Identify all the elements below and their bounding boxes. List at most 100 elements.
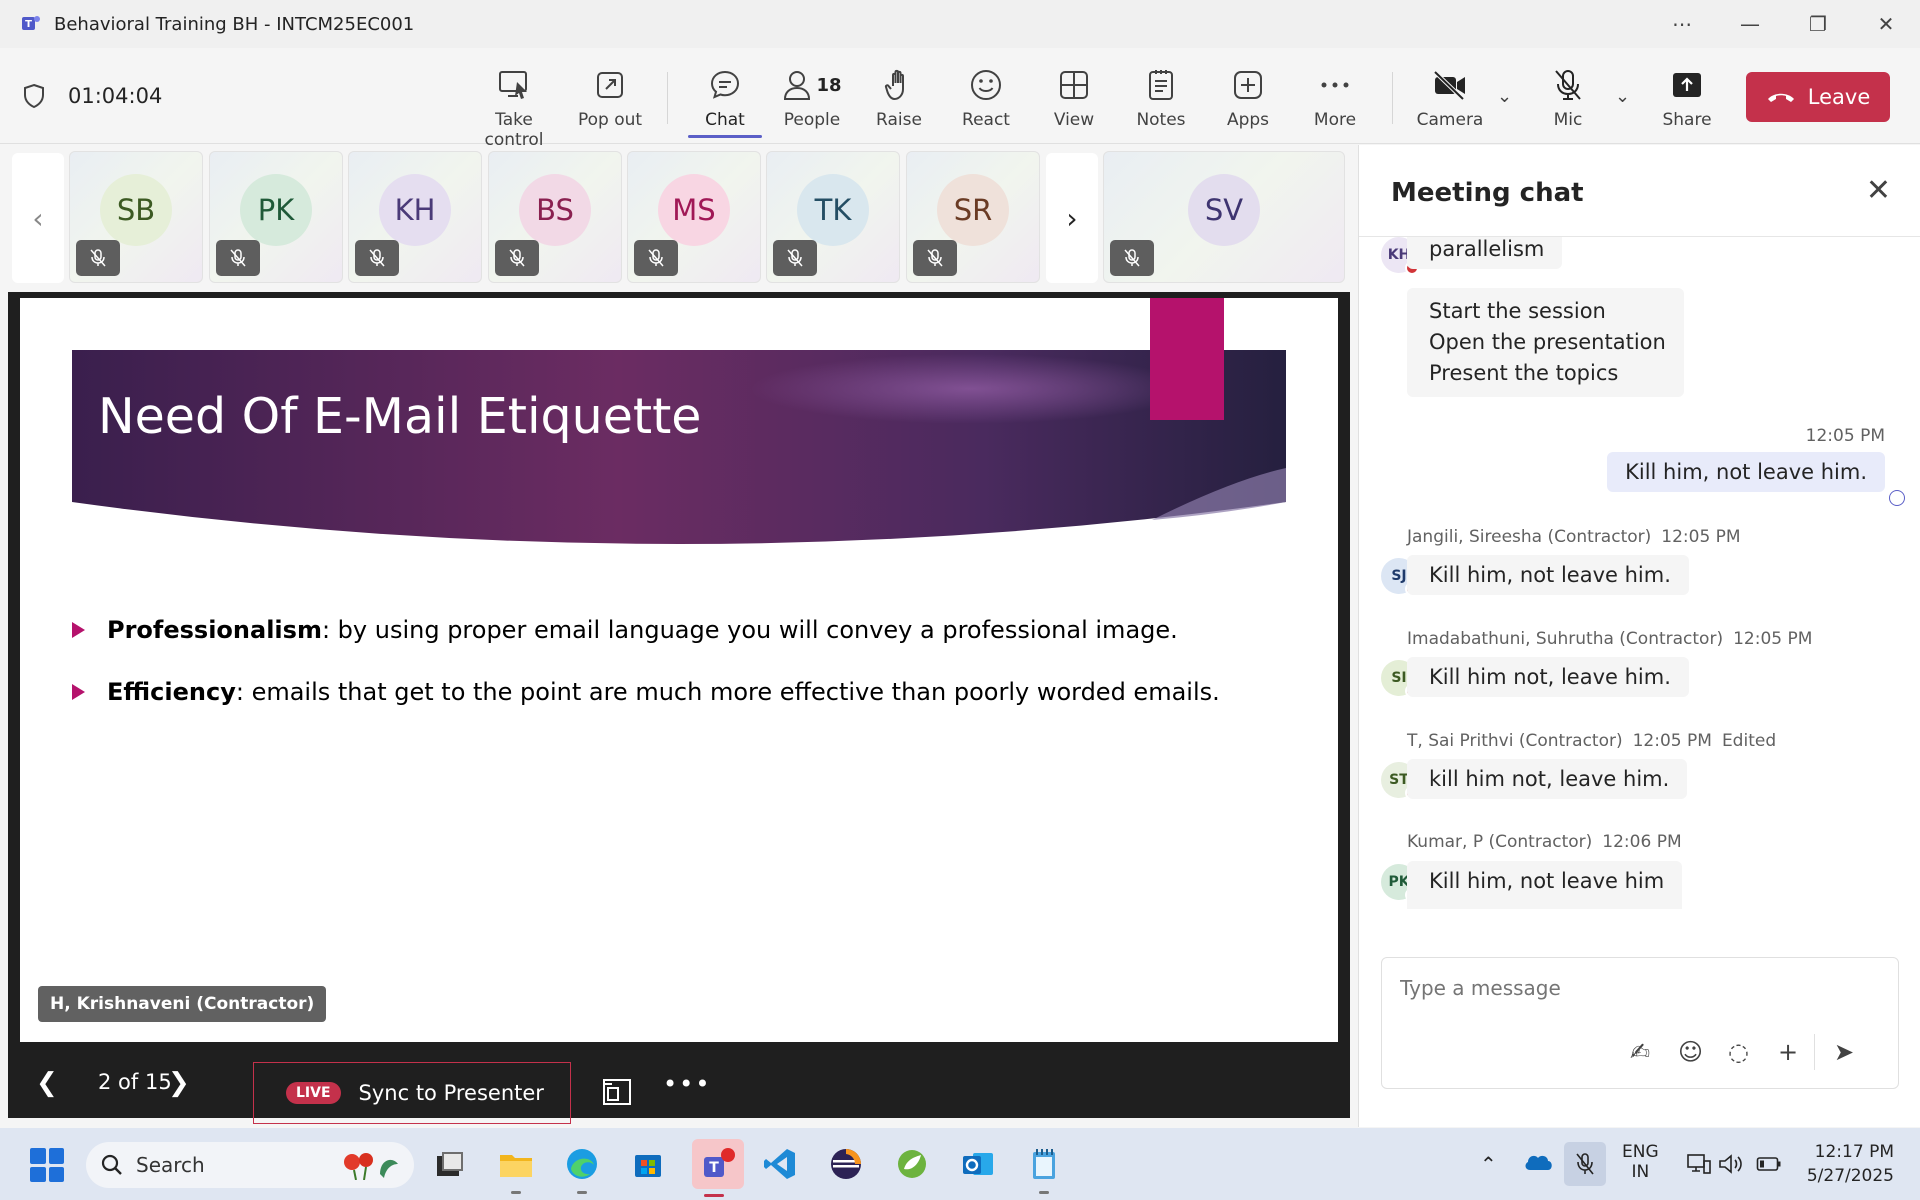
send-icon[interactable]: ➤ <box>1834 1038 1854 1066</box>
sender-name: Jangili, Sireesha (Contractor) <box>1407 527 1652 547</box>
camera-options-chevron-icon[interactable]: ⌄ <box>1497 86 1512 107</box>
bullet-triangle-icon <box>72 684 85 700</box>
emoji-icon[interactable]: ☺ <box>1678 1038 1703 1066</box>
slide-accent-bar <box>1150 298 1224 420</box>
taskbar-app[interactable] <box>626 1142 670 1186</box>
message-time: 12:06 PM <box>1602 832 1682 852</box>
format-icon[interactable]: ✍ <box>1630 1038 1650 1066</box>
raise-hand-button[interactable]: Raise <box>854 66 944 130</box>
attach-plus-icon[interactable]: + <box>1778 1038 1798 1066</box>
taskbar-app[interactable] <box>758 1142 802 1186</box>
bullet-text: : by using proper email language you wil… <box>321 616 1178 644</box>
spring-tools-icon <box>898 1150 926 1178</box>
take-control-button[interactable]: Take control <box>469 66 559 150</box>
message-meta: Kumar, P (Contractor) 12:06 PM <box>1407 832 1682 852</box>
view-button[interactable]: View <box>1029 66 1119 130</box>
mic-muted-icon <box>1124 249 1140 267</box>
windows-taskbar: Search T ⌃ ENG IN 12:17 PM 5/27/2025 <box>0 1128 1920 1200</box>
avatar: MS <box>658 174 730 246</box>
more-options-icon[interactable]: ⋯ <box>1648 12 1716 36</box>
taskbar-app[interactable] <box>890 1142 934 1186</box>
show-hidden-icons-chevron[interactable]: ⌃ <box>1480 1128 1497 1200</box>
participant-tile[interactable]: BS <box>488 151 622 283</box>
taskbar-app-teams[interactable]: T <box>692 1139 744 1197</box>
edge-browser-icon <box>567 1149 597 1179</box>
view-label: View <box>1053 110 1095 130</box>
people-button[interactable]: 18 People <box>767 66 857 130</box>
participant-tile[interactable]: SV <box>1103 151 1345 283</box>
system-clock[interactable]: 12:17 PM 5/27/2025 <box>1807 1140 1894 1188</box>
loop-component-icon[interactable]: ◌ <box>1728 1038 1749 1066</box>
notes-button[interactable]: Notes <box>1116 66 1206 130</box>
close-window-button[interactable]: ✕ <box>1852 12 1920 36</box>
taskbar-app[interactable] <box>824 1142 868 1186</box>
close-chat-icon[interactable]: ✕ <box>1866 173 1891 208</box>
muted-indicator <box>216 240 260 276</box>
running-indicator <box>1039 1191 1049 1194</box>
language-indicator[interactable]: ENG IN <box>1622 1142 1659 1186</box>
avatar-initials: SV <box>1204 193 1244 227</box>
participant-tile[interactable]: TK <box>766 151 900 283</box>
next-slide-button[interactable]: ❯ <box>168 1068 190 1098</box>
running-indicator <box>577 1191 587 1194</box>
react-button[interactable]: React <box>941 66 1031 130</box>
strip-prev-button[interactable]: ‹ <box>12 153 64 283</box>
outlook-icon <box>963 1153 993 1175</box>
mic-muted-tray-button[interactable] <box>1564 1142 1606 1186</box>
pop-out-button[interactable]: Pop out <box>565 66 655 130</box>
message-line: Start the session <box>1429 299 1606 323</box>
notes-icon <box>1149 70 1173 100</box>
onedrive-cloud-icon[interactable] <box>1522 1150 1554 1172</box>
taskbar-app[interactable] <box>1022 1142 1066 1194</box>
minimize-button[interactable]: — <box>1716 12 1784 36</box>
camera-button[interactable]: Camera <box>1405 66 1495 130</box>
running-indicator <box>511 1191 521 1194</box>
mic-button[interactable]: Mic <box>1523 66 1613 130</box>
participant-tile[interactable]: PK <box>209 151 343 283</box>
more-label: More <box>1313 110 1357 130</box>
taskbar-app[interactable] <box>494 1142 538 1194</box>
mic-muted-icon <box>230 249 246 267</box>
chat-label: Chat <box>705 110 745 130</box>
avatar: SB <box>100 174 172 246</box>
svg-text:T: T <box>25 19 32 30</box>
mic-options-chevron-icon[interactable]: ⌄ <box>1615 86 1630 107</box>
taskbar-app[interactable] <box>956 1142 1000 1186</box>
taskbar-app[interactable] <box>560 1142 604 1194</box>
participant-tile[interactable]: SR <box>906 151 1040 283</box>
more-button[interactable]: More <box>1290 66 1380 130</box>
message-input[interactable] <box>1400 976 1870 1000</box>
running-indicator <box>704 1194 724 1197</box>
volume-icon[interactable] <box>1718 1153 1744 1175</box>
chat-button[interactable]: Chat <box>680 66 770 130</box>
message-time: 12:05 PM <box>1632 731 1712 751</box>
start-menu-icon[interactable] <box>30 1148 64 1182</box>
taskbar-search[interactable]: Search <box>86 1142 414 1188</box>
battery-icon[interactable] <box>1756 1156 1782 1172</box>
chat-message-list-block: Start the session Open the presentation … <box>1407 288 1684 397</box>
layout-icon[interactable] <box>602 1076 632 1106</box>
chat-message: parallelism <box>1407 237 1563 269</box>
taskbar-app[interactable] <box>428 1142 472 1186</box>
people-label: People <box>783 110 841 130</box>
camera-label: Camera <box>1416 110 1484 130</box>
slide-page-indicator: 2 of 15 <box>98 1070 172 1094</box>
participant-tile[interactable]: MS <box>627 151 761 283</box>
sync-to-presenter-button[interactable]: LIVE Sync to Presenter <box>253 1062 571 1124</box>
mic-muted-icon <box>648 249 664 267</box>
presentation-more-icon[interactable]: ••• <box>663 1070 711 1098</box>
participant-tile[interactable]: KH <box>348 151 482 283</box>
chat-message-list[interactable]: KH parallelism Start the session Open th… <box>1359 237 1920 909</box>
participant-tile[interactable]: SB <box>69 151 203 283</box>
chat-header: Meeting chat ✕ <box>1359 145 1920 237</box>
strip-next-button[interactable]: › <box>1046 153 1098 283</box>
leave-button[interactable]: Leave <box>1746 72 1890 122</box>
previous-slide-button[interactable]: ❮ <box>36 1068 58 1098</box>
share-button[interactable]: Share <box>1642 66 1732 130</box>
restore-button[interactable]: ❐ <box>1784 12 1852 36</box>
terminal-app-icon <box>437 1152 463 1176</box>
participant-strip: ‹ SB PK KH BS MS TK SR › SV <box>0 145 1356 289</box>
apps-button[interactable]: Apps <box>1203 66 1293 130</box>
apps-label: Apps <box>1226 110 1270 130</box>
network-icon[interactable] <box>1686 1152 1712 1176</box>
